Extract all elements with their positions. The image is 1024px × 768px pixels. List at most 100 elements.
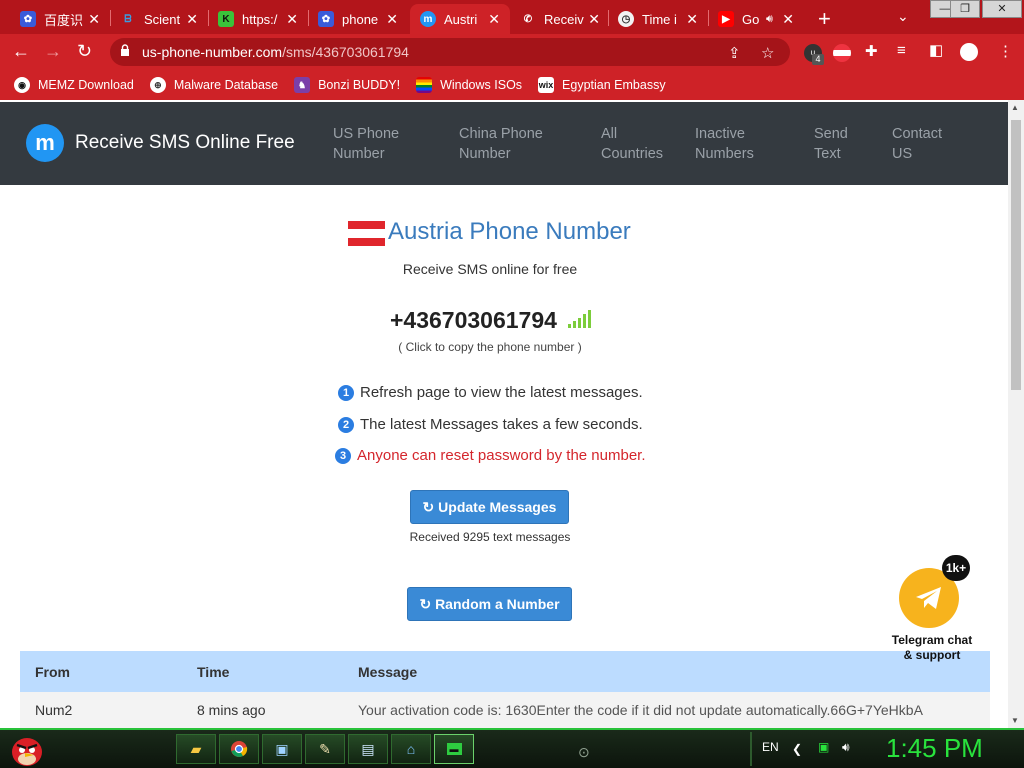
page-scrollbar[interactable]: ▲ ▼ bbox=[1008, 100, 1024, 728]
bookmark-star-icon[interactable]: ☆ bbox=[761, 44, 774, 62]
cell-time: 8 mins ago bbox=[197, 702, 266, 718]
signal-bars-icon bbox=[568, 310, 591, 328]
tab-https[interactable]: K https:/ ✕ bbox=[208, 4, 308, 34]
step-text: The latest Messages takes a few seconds. bbox=[360, 416, 643, 433]
maximize-button[interactable]: ❐ bbox=[950, 0, 980, 18]
battery-icon[interactable]: ▣ bbox=[818, 740, 829, 754]
tab-close-icon[interactable]: ✕ bbox=[588, 11, 600, 28]
tab-close-icon[interactable]: ✕ bbox=[286, 11, 298, 28]
tab-title: phone bbox=[342, 11, 379, 27]
scroll-thumb[interactable] bbox=[1011, 120, 1021, 390]
telegram-widget[interactable]: 1k+ Telegram chat & support bbox=[882, 555, 982, 665]
taskbar-divider bbox=[750, 732, 752, 766]
site-brand[interactable]: Receive SMS Online Free bbox=[75, 132, 295, 154]
tab-austria-active[interactable]: m Austri ✕ bbox=[410, 4, 510, 34]
media-queue-icon[interactable]: ≡ bbox=[897, 42, 906, 59]
tab-close-icon[interactable]: ✕ bbox=[782, 11, 794, 28]
time-icon: ◷ bbox=[618, 11, 634, 27]
scroll-down-arrow-icon[interactable]: ▼ bbox=[1011, 716, 1019, 725]
tab-scientific[interactable]: ᗷ Scient ✕ bbox=[110, 4, 208, 34]
austria-flag-extension-icon[interactable] bbox=[833, 44, 851, 62]
browser-toolbar: ← → ↻ us-phone-number.com/sms/4367030617… bbox=[0, 34, 1024, 70]
taskbar-store-icon[interactable]: ⌂ bbox=[391, 734, 431, 764]
taskbar-notepad-icon[interactable]: ▤ bbox=[348, 734, 388, 764]
taskbar-paint-icon[interactable]: ✎ bbox=[305, 734, 345, 764]
profile-avatar-icon[interactable] bbox=[960, 43, 978, 61]
tab-title: Go bbox=[742, 11, 760, 27]
bookmark-malware-database[interactable]: ⊕ Malware Database bbox=[149, 77, 278, 93]
phone-number[interactable]: +436703061794 bbox=[390, 307, 557, 334]
lock-icon bbox=[121, 44, 129, 56]
puzzle-extensions-icon[interactable]: ✚ bbox=[865, 42, 878, 60]
more-menu-icon[interactable]: ⋮ bbox=[998, 42, 1013, 60]
bookmark-label: MEMZ Download bbox=[38, 78, 134, 92]
nav-us-phone-number[interactable]: US Phone Number bbox=[333, 124, 423, 164]
bookmarks-bar: ◉ MEMZ Download ⊕ Malware Database ♞ Bon… bbox=[0, 70, 1024, 100]
step-text: Refresh page to view the latest messages… bbox=[360, 384, 643, 401]
nav-inactive-numbers[interactable]: Inactive Numbers bbox=[695, 124, 785, 164]
cell-from[interactable]: Num2 bbox=[20, 702, 197, 718]
back-arrow-icon[interactable]: ← bbox=[12, 41, 30, 62]
side-panel-icon[interactable]: ◧ bbox=[929, 41, 943, 59]
tab-time[interactable]: ◷ Time i ✕ bbox=[608, 4, 708, 34]
reload-icon[interactable]: ↻ bbox=[77, 41, 92, 62]
bookmark-windows-isos[interactable]: Windows ISOs bbox=[416, 77, 522, 93]
forward-arrow-icon[interactable]: → bbox=[44, 41, 62, 62]
system-clock[interactable]: 1:45 PM bbox=[886, 733, 983, 764]
angry-bird-start-icon[interactable] bbox=[8, 732, 46, 768]
tab-youtube[interactable]: ▶ Go 🔊︎ ✕ bbox=[708, 4, 804, 34]
tab-title: Austri bbox=[444, 11, 478, 27]
language-indicator[interactable]: EN bbox=[762, 740, 779, 754]
new-tab-button[interactable]: + bbox=[818, 6, 831, 32]
taskbar: ▰ ▣ ✎ ▤ ⌂ ▬ ⊙ EN ❮ ▣ 🔊︎ 1:45 PM bbox=[0, 728, 1024, 768]
copy-hint[interactable]: ( Click to copy the phone number ) bbox=[0, 340, 980, 354]
tab-title: Time i bbox=[642, 11, 677, 27]
tray-chevron-icon[interactable]: ❮ bbox=[792, 742, 802, 756]
tab-baidu-1[interactable]: ✿ 百度识 ✕ bbox=[10, 4, 110, 34]
step-text: Anyone can reset password by the number. bbox=[357, 447, 646, 464]
tab-close-icon[interactable]: ✕ bbox=[386, 11, 398, 28]
taskbar-terminal-icon[interactable]: ▬ bbox=[434, 734, 474, 764]
m-chat-logo-icon[interactable]: m bbox=[26, 124, 64, 162]
m-chat-icon: m bbox=[420, 11, 436, 27]
bookmark-bonzi-buddy[interactable]: ♞ Bonzi BUDDY! bbox=[294, 77, 400, 93]
tab-close-icon[interactable]: ✕ bbox=[186, 11, 198, 28]
bookmark-egyptian-embassy[interactable]: wix Egyptian Embassy bbox=[538, 77, 666, 93]
bookmark-label: Windows ISOs bbox=[440, 78, 523, 92]
bookmark-memz[interactable]: ◉ MEMZ Download bbox=[14, 77, 134, 93]
tab-close-icon[interactable]: ✕ bbox=[686, 11, 698, 28]
nav-all-countries[interactable]: All Countries bbox=[601, 124, 691, 164]
messages-table: From Time Message Num2 8 mins ago Your a… bbox=[20, 651, 990, 728]
site-navbar: m Receive SMS Online Free US Phone Number… bbox=[0, 102, 1008, 185]
nav-china-phone-number[interactable]: China Phone Number bbox=[459, 124, 549, 164]
taskbar-remote-desktop-icon[interactable]: ▣ bbox=[262, 734, 302, 764]
tab-baidu-phone[interactable]: ✿ phone ✕ bbox=[308, 4, 408, 34]
tab-title: https:/ bbox=[242, 11, 278, 27]
share-icon[interactable]: ⇪ bbox=[728, 44, 741, 62]
tab-title: Receiv bbox=[544, 11, 584, 27]
austria-flag-icon bbox=[348, 221, 385, 246]
volume-icon[interactable]: 🔊︎ bbox=[842, 740, 850, 755]
tab-title: Scient bbox=[144, 11, 181, 27]
nav-contact-us[interactable]: Contact US bbox=[892, 124, 982, 164]
update-messages-button[interactable]: ↻ Update Messages bbox=[410, 490, 569, 524]
random-number-button[interactable]: ↻ Random a Number bbox=[407, 587, 572, 621]
bing-icon: ᗷ bbox=[124, 13, 132, 25]
address-bar[interactable]: us-phone-number.com/sms/436703061794 ⇪ ☆ bbox=[110, 38, 790, 66]
tab-close-icon[interactable]: ✕ bbox=[88, 11, 100, 28]
rainbow-flag-icon bbox=[416, 77, 433, 93]
telegram-label: Telegram chat & support bbox=[891, 633, 973, 662]
taskbar-file-explorer-icon[interactable]: ▰ bbox=[176, 734, 216, 764]
nav-send-text[interactable]: Send Text bbox=[814, 124, 904, 164]
tab-receive[interactable]: ✆ Receiv ✕ bbox=[510, 4, 610, 34]
tab-close-icon[interactable]: ✕ bbox=[488, 11, 500, 28]
step-1: 1 Refresh page to view the latest messag… bbox=[338, 384, 643, 401]
close-window-button[interactable]: ✕ bbox=[982, 0, 1022, 18]
scroll-up-arrow-icon[interactable]: ▲ bbox=[1011, 103, 1019, 112]
taskbar-chrome-icon[interactable] bbox=[219, 734, 259, 764]
extension-badge: 4 bbox=[812, 54, 824, 65]
column-header-message: Message bbox=[358, 663, 418, 680]
speaker-icon[interactable]: 🔊︎ bbox=[766, 13, 773, 26]
tab-search-chevron-icon[interactable]: ⌄ bbox=[897, 8, 909, 25]
table-row: Num2 8 mins ago Your activation code is:… bbox=[20, 692, 990, 728]
